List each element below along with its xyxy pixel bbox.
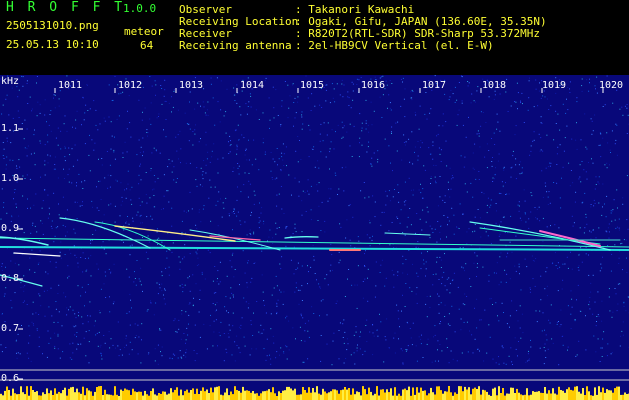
info-label-antenna: Receiving antenna xyxy=(179,39,292,52)
time-tick-label: 1015 xyxy=(300,80,325,91)
freq-tick-label: 1.0 xyxy=(1,173,20,184)
time-tick-label: 1012 xyxy=(118,80,143,91)
time-tick-label: 1017 xyxy=(422,80,447,91)
app-version: 1.0.0 xyxy=(123,2,157,15)
freq-tick-label: 0.9 xyxy=(1,223,20,234)
freq-tick-label: 1.1 xyxy=(1,123,20,134)
axis-unit-label: kHz xyxy=(1,76,20,87)
freq-tick-label: 0.7 xyxy=(1,323,20,334)
spectrogram-background xyxy=(0,75,629,400)
time-tick-label: 1011 xyxy=(58,80,83,91)
time-tick-label: 1016 xyxy=(361,80,386,91)
app-logo: H R O F F T xyxy=(6,0,126,15)
detect-label: meteor xyxy=(124,25,164,38)
time-tick-label: 1018 xyxy=(482,80,507,91)
info-value-antenna: : 2el-HB9CV Vertical (el. E-W) xyxy=(295,39,494,52)
freq-tick-label: 0.8 xyxy=(1,273,20,284)
file-name: 2505131010.png xyxy=(6,19,99,32)
freq-tick-label: 0.6 xyxy=(1,373,20,384)
time-tick-label: 1014 xyxy=(240,80,265,91)
time-tick-label: 1013 xyxy=(179,80,204,91)
time-tick-label: 1019 xyxy=(542,80,567,91)
time-tick-label: 1020 xyxy=(599,80,624,91)
detect-count: 64 xyxy=(140,39,154,52)
date-time: 25.05.13 10:10 xyxy=(6,38,99,51)
